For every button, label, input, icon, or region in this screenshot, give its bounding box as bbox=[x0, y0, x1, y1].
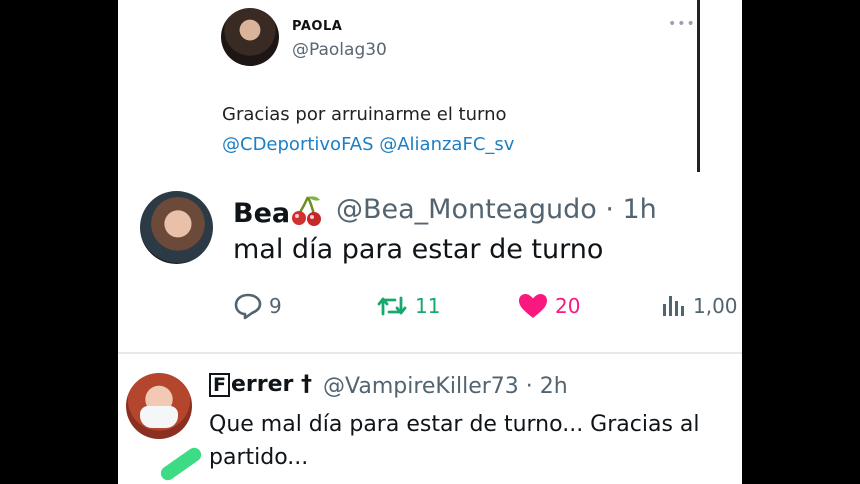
reply-tweet-2[interactable]: Ferrer † @VampireKiller73 · 2h Que mal d… bbox=[118, 354, 742, 484]
retweet-button[interactable]: 11 bbox=[375, 292, 440, 320]
more-options-icon[interactable]: ••• bbox=[668, 16, 696, 32]
user-handle-time[interactable]: @Bea_Monteagudo · 1h bbox=[336, 194, 657, 225]
screenshot-frame: PAOLA @Paolag30 ••• Gracias por arruinar… bbox=[0, 0, 860, 484]
reply-tweet[interactable]: Bea @Bea_Monteagudo · 1h mal día para es… bbox=[118, 176, 742, 354]
display-name[interactable]: PAOLA bbox=[292, 19, 342, 34]
like-button[interactable]: 20 bbox=[517, 292, 580, 320]
compose-pen-graphic bbox=[158, 445, 204, 483]
boxed-letter: F bbox=[209, 373, 230, 397]
tweet-text: mal día para estar de turno bbox=[233, 234, 604, 265]
views-icon bbox=[659, 292, 693, 320]
reply-button[interactable]: 9 bbox=[233, 292, 282, 320]
like-count: 20 bbox=[555, 294, 581, 318]
tweet-text: Que mal día para estar de turno... Graci… bbox=[209, 412, 700, 470]
retweet-count: 11 bbox=[415, 294, 441, 318]
cherries-icon bbox=[290, 194, 324, 235]
display-name[interactable]: Ferrer † bbox=[209, 372, 312, 397]
retweet-icon bbox=[375, 292, 415, 320]
display-name-text: Bea bbox=[233, 198, 291, 229]
avatar[interactable] bbox=[140, 191, 213, 264]
avatar[interactable] bbox=[221, 8, 279, 66]
user-handle[interactable]: @Paolag30 bbox=[292, 40, 387, 60]
quoted-tweet[interactable]: PAOLA @Paolag30 ••• Gracias por arruinar… bbox=[118, 0, 742, 176]
thread-line bbox=[697, 0, 700, 172]
user-handle-time[interactable]: @VampireKiller73 · 2h bbox=[323, 374, 568, 399]
tweet-text: Gracias por arruinarme el turno bbox=[222, 104, 507, 125]
reply-icon bbox=[233, 292, 269, 320]
display-name-text: errer † bbox=[230, 372, 313, 397]
left-letterbox bbox=[0, 0, 118, 484]
tweet-feed: PAOLA @Paolag30 ••• Gracias por arruinar… bbox=[118, 0, 742, 484]
heart-icon bbox=[517, 292, 555, 320]
avatar[interactable] bbox=[126, 373, 192, 439]
reply-count: 9 bbox=[269, 294, 282, 318]
action-bar: 9 11 20 1,00 bbox=[233, 292, 742, 324]
mention-links[interactable]: @CDeportivoFAS @AlianzaFC_sv bbox=[222, 134, 514, 155]
right-letterbox bbox=[742, 0, 860, 484]
views-count: 1,00 bbox=[693, 294, 738, 318]
views-button[interactable]: 1,00 bbox=[659, 292, 738, 320]
face-mask-graphic bbox=[140, 406, 178, 428]
display-name[interactable]: Bea bbox=[233, 194, 324, 235]
